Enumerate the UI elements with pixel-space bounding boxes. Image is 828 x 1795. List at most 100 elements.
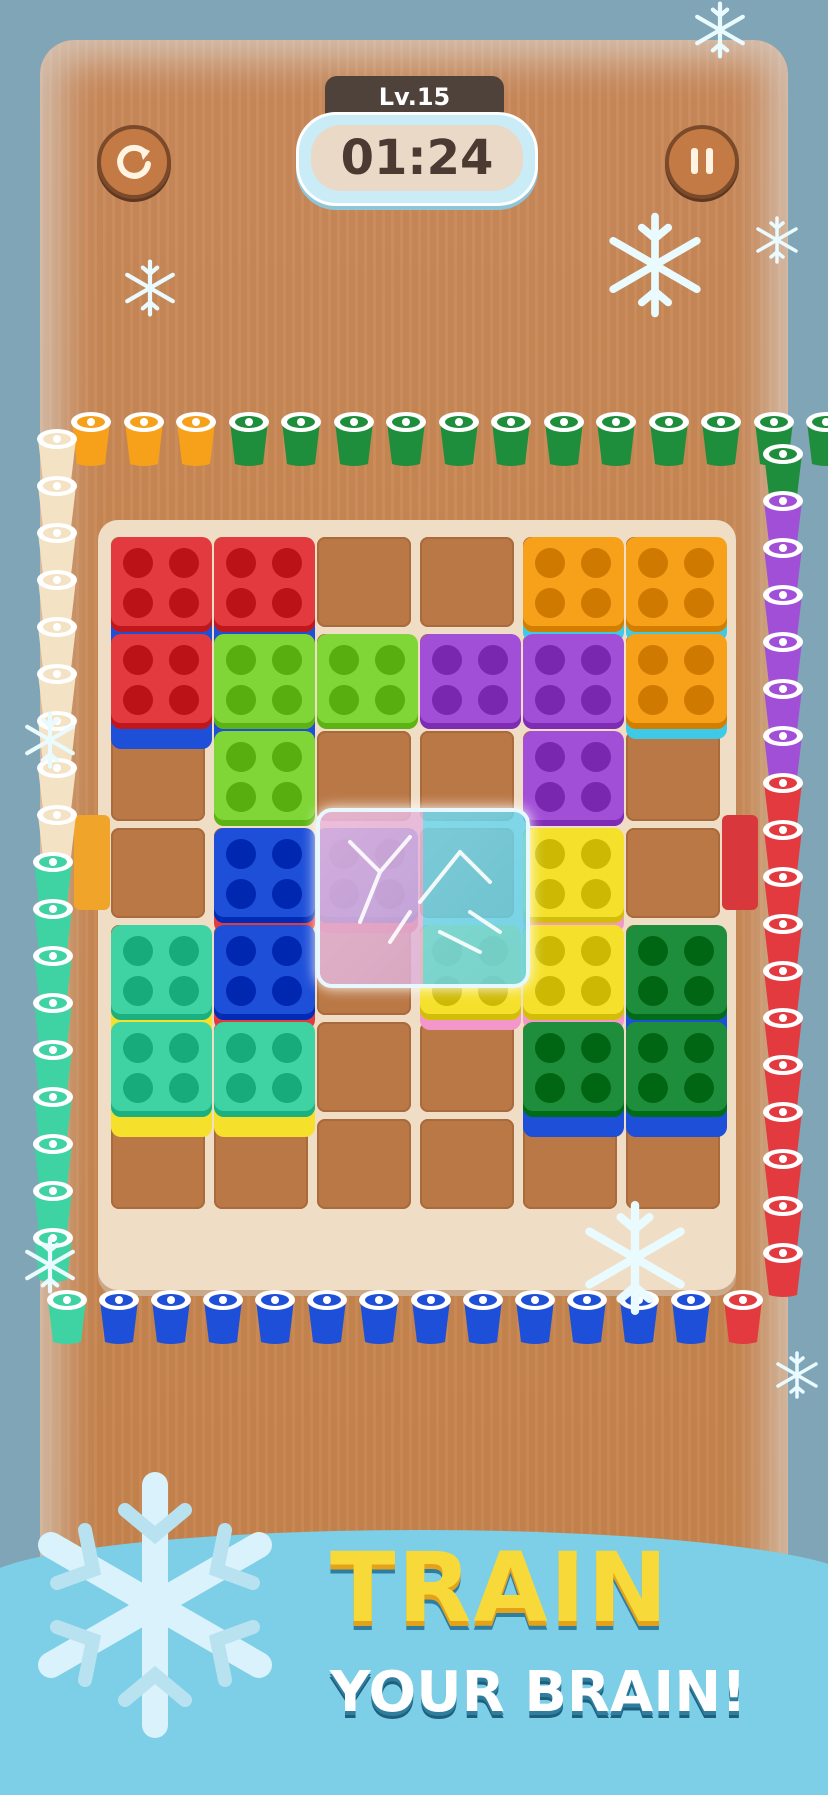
piece-block (523, 731, 624, 826)
banner-subtitle: YOUR BRAIN! (330, 1660, 747, 1725)
cup-green (646, 408, 692, 472)
cup-green (226, 408, 272, 472)
cup-icon (648, 412, 689, 466)
timer-panel: 01:24 (296, 112, 538, 206)
cup-green (436, 408, 482, 472)
snowflake-icon (25, 1236, 75, 1294)
studs-icon (432, 645, 508, 715)
snowflake-icon (695, 1, 745, 59)
cup-blue (96, 1286, 142, 1350)
cup-blue (252, 1286, 298, 1350)
cup-icon (701, 412, 741, 466)
game-stage: Lv.15 01:24 TRAIN YOUR BRAIN! (0, 0, 828, 1795)
studs-icon (123, 936, 199, 1006)
studs-icon (535, 1033, 611, 1103)
studs-icon (123, 645, 199, 715)
ice-crystals-icon (348, 835, 502, 954)
cup-icon (333, 412, 374, 466)
cup-icon (596, 412, 636, 466)
studs-icon (226, 742, 302, 812)
piece-block (523, 634, 624, 729)
studs-icon (123, 548, 199, 618)
piece-block (523, 1022, 624, 1117)
cup-teal (44, 1286, 90, 1350)
piece-block (214, 925, 315, 1020)
cup-icon (123, 412, 164, 466)
studs-icon (123, 1033, 199, 1103)
cup-icon (386, 412, 426, 466)
piece-block (214, 1022, 315, 1117)
restart-button[interactable] (97, 125, 171, 199)
pause-button[interactable] (665, 125, 739, 199)
timer-text: 01:24 (311, 125, 523, 191)
piece-block (626, 634, 727, 729)
cup-blue (512, 1286, 558, 1350)
cup-icon (723, 1290, 763, 1344)
piece-block (214, 731, 315, 826)
cup-orange (121, 408, 167, 472)
cup-orange (173, 408, 219, 472)
studs-icon (226, 645, 302, 715)
cup-green (593, 408, 639, 472)
board-cell (317, 1119, 411, 1209)
cup-blue (148, 1286, 194, 1350)
studs-icon (638, 936, 714, 1006)
studs-icon (329, 645, 405, 715)
studs-icon (535, 839, 611, 909)
cup-icon (411, 1290, 451, 1344)
board-cell (111, 828, 205, 918)
board-cell (420, 1119, 514, 1209)
cup-green (278, 408, 324, 472)
cup-icon (515, 1290, 555, 1344)
cup-icon (176, 412, 216, 466)
cup-icon (463, 1290, 503, 1344)
studs-icon (226, 1033, 302, 1103)
studs-icon (226, 548, 302, 618)
cup-blue (408, 1286, 454, 1350)
cup-icon (307, 1290, 347, 1344)
snowflake-icon (25, 711, 75, 769)
cup-green (331, 408, 377, 472)
cup-icon (281, 412, 321, 466)
piece-block (214, 634, 315, 729)
cup-green (541, 408, 587, 472)
piece-block (111, 634, 212, 729)
cup-green (803, 408, 828, 472)
cup-icon (228, 412, 269, 466)
piece-block (626, 537, 727, 632)
piece-block (523, 537, 624, 632)
studs-icon (638, 1033, 714, 1103)
cup-icon (151, 1290, 191, 1344)
piece-block (626, 925, 727, 1020)
cup-icon (99, 1290, 139, 1344)
snowflake-icon (609, 212, 701, 318)
cup-blue (460, 1286, 506, 1350)
studs-icon (535, 742, 611, 812)
snowflake-icon (776, 1351, 818, 1399)
cup-red (720, 1286, 766, 1350)
piece-block (111, 1022, 212, 1117)
cup-blue (356, 1286, 402, 1350)
cup-icon (47, 1290, 87, 1344)
cup-icon (763, 1243, 803, 1297)
snowflake-icon (585, 1201, 685, 1315)
cup-blue (304, 1286, 350, 1350)
cup-icon (203, 1290, 243, 1344)
studs-icon (535, 548, 611, 618)
piece-block (626, 1022, 727, 1117)
piece-block (317, 634, 418, 729)
cup-green (383, 408, 429, 472)
board-cell (626, 731, 720, 821)
cup-green (488, 408, 534, 472)
studs-icon (226, 936, 302, 1006)
studs-icon (535, 645, 611, 715)
cup-icon (438, 412, 479, 466)
board-cell (420, 1022, 514, 1112)
studs-icon (226, 839, 302, 909)
board-cell (420, 537, 514, 627)
piece-block (523, 925, 624, 1020)
board-cell (317, 1022, 411, 1112)
cup-icon (543, 412, 584, 466)
snowflake-icon (756, 216, 798, 264)
studs-icon (638, 645, 714, 715)
